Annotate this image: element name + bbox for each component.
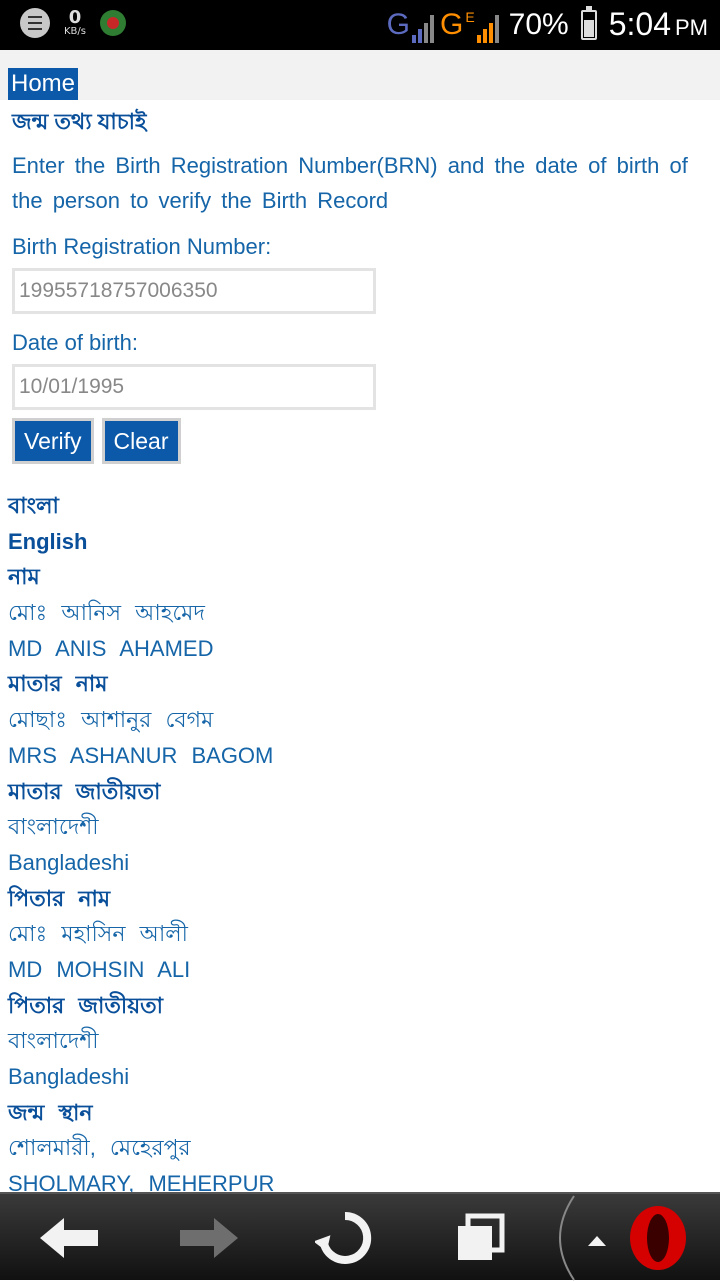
dob-label: Date of birth: [12,330,138,355]
mother-name-value-bn: মোছাঃ আশানুর বেগম [8,707,214,733]
forward-button[interactable] [178,1194,238,1282]
brn-input[interactable] [12,268,376,314]
data-speed-indicator: 0 KB/s [64,9,86,37]
tabs-icon [458,1213,505,1260]
network-type-2-sup: E [465,8,475,25]
father-nationality-label: পিতার জাতীয়তা [8,992,164,1018]
name-value-en: MD ANIS AHAMED [8,635,214,661]
page-title: জন্ম তথ্য যাচাই [12,109,147,134]
mother-name-value-en: MRS ASHANUR BAGOM [8,742,274,768]
father-name-value-bn: মোঃ মহাসিন আলী [8,921,188,947]
web-page: Home জন্ম তথ্য যাচাই Enter the Birth Reg… [0,50,720,1192]
signal-icon: G [387,7,434,43]
dob-input[interactable] [12,364,376,410]
network-type-1: G [386,7,410,41]
network-type-2: G [439,7,464,41]
column-header-bangla: বাংলা [8,493,59,518]
tabs-button[interactable] [452,1194,508,1282]
browser-toolbar [0,1192,720,1282]
battery-percentage: 70% [508,7,569,41]
top-nav-bar: Home [0,50,720,100]
birth-place-value-bn: শোলমারী, মেহেরপুর [8,1135,191,1161]
birth-place-label: জন্ম স্থান [8,1099,93,1125]
chat-notification-icon [20,8,50,38]
signal-icon: G E [440,7,499,43]
mother-nationality-value-bn: বাংলাদেশী [8,814,99,840]
home-link[interactable]: Home [8,68,79,100]
clear-button[interactable]: Clear [101,418,181,464]
clock-ampm: PM [675,15,708,40]
verification-form: জন্ম তথ্য যাচাই Enter the Birth Registra… [0,100,720,464]
forward-arrow-icon [180,1218,238,1258]
birth-place-value-en: SHOLMARY, MEHERPUR [8,1171,275,1192]
back-button[interactable] [40,1194,100,1282]
status-bar: 0 KB/s G G E 70% 5:04 PM [0,0,720,50]
data-speed-unit: KB/s [64,26,86,37]
back-arrow-icon [40,1218,98,1258]
battery-icon [580,5,597,40]
father-nationality-value-bn: বাংলাদেশী [8,1028,99,1054]
name-label: নাম [8,564,40,590]
column-header-english: English [8,528,88,554]
birth-record: বাংলা English নাম মোঃ আনিস আহমেদ MD ANIS… [0,464,720,1192]
form-description: Enter the Birth Registration Number(BRN)… [12,153,688,213]
father-name-value-en: MD MOHSIN ALI [8,956,191,982]
verify-button[interactable]: Verify [12,418,94,464]
father-nationality-value-en: Bangladeshi [8,1064,130,1089]
opera-logo-icon [559,1195,686,1281]
mother-nationality-value-en: Bangladeshi [8,849,130,875]
opera-menu-button[interactable] [552,1194,720,1282]
clock: 5:04 PM [609,6,708,43]
mother-name-label: মাতার নাম [8,671,108,697]
reload-button[interactable] [314,1194,376,1282]
missed-call-icon [100,10,126,36]
data-speed-value: 0 [68,7,82,28]
mother-nationality-label: মাতার জাতীয়তা [8,778,161,804]
brn-label: Birth Registration Number: [12,234,272,259]
name-value-bn: মোঃ আনিস আহমেদ [8,600,205,626]
father-name-label: পিতার নাম [8,885,111,911]
clock-time: 5:04 [608,6,671,42]
reload-icon [315,1211,372,1264]
